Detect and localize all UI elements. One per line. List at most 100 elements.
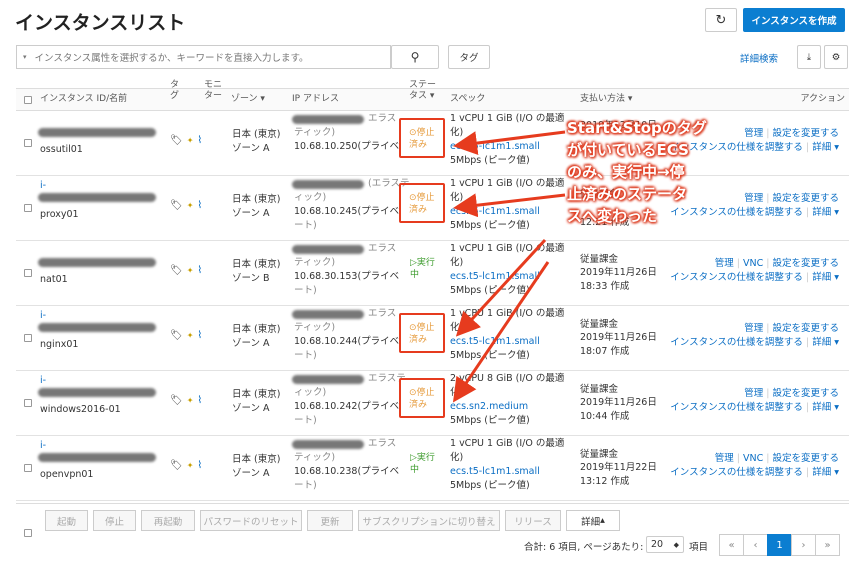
monitor-chart-icon[interactable]: ⌇ bbox=[197, 395, 202, 406]
tag-icon[interactable]: 🏷 bbox=[170, 460, 183, 471]
manage-link[interactable]: 管理 bbox=[715, 453, 734, 464]
zone-region: 日本 (東京) bbox=[232, 259, 281, 270]
manage-link[interactable]: 管理 bbox=[744, 323, 763, 334]
adjust-spec-link[interactable]: インスタンスの仕様を調整する bbox=[670, 402, 803, 413]
footer-select-all-checkbox[interactable] bbox=[24, 529, 32, 537]
tag-icon[interactable]: 🏷 bbox=[170, 200, 183, 211]
release-button[interactable]: リリース bbox=[505, 510, 561, 531]
tag-icon[interactable]: 🏷 bbox=[170, 265, 183, 276]
col-zone[interactable]: ゾーン ▾ bbox=[231, 94, 265, 105]
manage-link[interactable]: 管理 bbox=[715, 258, 734, 269]
more-actions-link[interactable]: 詳細 ▾ bbox=[812, 337, 839, 348]
instance-id-prefix[interactable]: i- bbox=[40, 439, 46, 453]
vnc-link[interactable]: VNC bbox=[743, 258, 763, 269]
annotation-note: Start&Stopのタグ が付いているECS のみ、実行中→停 止済みのステー… bbox=[567, 119, 707, 225]
search-input[interactable]: ▾ インスタンス属性を選択するか、キーワードを直接入力します。 bbox=[16, 45, 391, 69]
tag-button[interactable]: タグ bbox=[448, 45, 490, 69]
prev-page-button[interactable]: ‹ bbox=[743, 534, 768, 556]
spec-cpu: 1 vCPU 1 GiB (I/O の最適 bbox=[450, 438, 565, 449]
settings-button[interactable]: ⚙ bbox=[824, 45, 848, 69]
page-size-select[interactable]: 20 ◆ bbox=[646, 536, 684, 553]
change-config-link[interactable]: 設定を変更する bbox=[772, 453, 839, 464]
adjust-spec-link[interactable]: インスタンスの仕様を調整する bbox=[670, 467, 803, 478]
more-actions-link[interactable]: 詳細 ▾ bbox=[812, 272, 839, 283]
row-checkbox[interactable] bbox=[24, 334, 32, 342]
row-checkbox[interactable] bbox=[24, 204, 32, 212]
spec-opt: 化) bbox=[450, 452, 464, 463]
ip-type-cont: ティック) bbox=[294, 127, 336, 138]
more-actions-link[interactable]: 詳細 ▾ bbox=[812, 467, 839, 478]
change-config-link[interactable]: 設定を変更する bbox=[772, 193, 839, 204]
search-placeholder: インスタンス属性を選択するか、キーワードを直接入力します。 bbox=[34, 53, 309, 64]
restart-button[interactable]: 再起動 bbox=[141, 510, 195, 531]
instance-id-prefix[interactable]: i- bbox=[40, 179, 46, 193]
more-actions-link[interactable]: 詳細 ▾ bbox=[812, 142, 839, 153]
public-ip-redacted bbox=[292, 310, 364, 319]
stop-button[interactable]: 停止 bbox=[93, 510, 136, 531]
switch-subscription-button[interactable]: サブスクリプションに切り替え bbox=[358, 510, 500, 531]
zone-name: ゾーン A bbox=[232, 468, 270, 479]
spec-type-link[interactable]: ecs.t5-lc1m1.small bbox=[450, 270, 540, 284]
more-button[interactable]: 詳細 ▴ bbox=[566, 510, 620, 531]
select-all-checkbox[interactable] bbox=[24, 96, 32, 104]
billing-created: 18:07 作成 bbox=[580, 346, 630, 357]
manage-link[interactable]: 管理 bbox=[744, 193, 763, 204]
os-icon: ✦ bbox=[186, 201, 194, 210]
next-page-button[interactable]: › bbox=[791, 534, 816, 556]
current-page-button[interactable]: 1 bbox=[767, 534, 792, 556]
zone-name: ゾーン A bbox=[232, 143, 270, 154]
search-button[interactable]: ⚲ bbox=[391, 45, 439, 69]
monitor-chart-icon[interactable]: ⌇ bbox=[197, 135, 202, 146]
change-config-link[interactable]: 設定を変更する bbox=[772, 258, 839, 269]
row-icons: 🏷 ✦ ⌇ bbox=[170, 200, 202, 211]
zone-name: ゾーン B bbox=[232, 273, 270, 284]
spec-cpu: 1 vCPU 1 GiB (I/O の最適 bbox=[450, 308, 565, 319]
spec-type-link[interactable]: ecs.t5-lc1m1.small bbox=[450, 335, 540, 349]
row-checkbox[interactable] bbox=[24, 464, 32, 472]
more-actions-link[interactable]: 詳細 ▾ bbox=[812, 402, 839, 413]
spec-type-link[interactable]: ecs.sn2.medium bbox=[450, 400, 528, 414]
create-instance-button[interactable]: インスタンスを作成 bbox=[743, 8, 845, 32]
manage-link[interactable]: 管理 bbox=[744, 388, 763, 399]
start-button[interactable]: 起動 bbox=[45, 510, 88, 531]
adjust-spec-link[interactable]: インスタンスの仕様を調整する bbox=[670, 337, 803, 348]
spec-type-link[interactable]: ecs.t5-lc1m1.small bbox=[450, 140, 540, 154]
adjust-spec-link[interactable]: インスタンスの仕様を調整する bbox=[670, 272, 803, 283]
instance-name: nat01 bbox=[40, 274, 68, 285]
row-checkbox[interactable] bbox=[24, 399, 32, 407]
refresh-button[interactable]: ↻ bbox=[705, 8, 737, 32]
instance-id-prefix[interactable]: i- bbox=[40, 309, 46, 323]
tag-icon[interactable]: 🏷 bbox=[170, 330, 183, 341]
spec-bandwidth: 5Mbps (ピーク値) bbox=[450, 220, 530, 231]
renew-button[interactable]: 更新 bbox=[307, 510, 353, 531]
change-config-link[interactable]: 設定を変更する bbox=[772, 388, 839, 399]
col-billing[interactable]: 支払い方法 ▾ bbox=[580, 94, 632, 105]
more-actions-link[interactable]: 詳細 ▾ bbox=[812, 207, 839, 218]
col-status[interactable]: ステータス ▾ bbox=[409, 80, 443, 102]
tag-icon[interactable]: 🏷 bbox=[170, 135, 183, 146]
monitor-chart-icon[interactable]: ⌇ bbox=[197, 265, 202, 276]
change-config-link[interactable]: 設定を変更する bbox=[772, 323, 839, 334]
monitor-chart-icon[interactable]: ⌇ bbox=[197, 200, 202, 211]
manage-link[interactable]: 管理 bbox=[744, 128, 763, 139]
private-ip: 10.68.10.250(プライベ bbox=[294, 141, 400, 152]
last-page-button[interactable]: » bbox=[815, 534, 840, 556]
change-config-link[interactable]: 設定を変更する bbox=[772, 128, 839, 139]
instance-id-prefix[interactable]: i- bbox=[40, 374, 46, 388]
monitor-chart-icon[interactable]: ⌇ bbox=[197, 330, 202, 341]
ip-type: エラス bbox=[368, 113, 397, 124]
vnc-link[interactable]: VNC bbox=[743, 453, 763, 464]
advanced-search-link[interactable]: 詳細検索 bbox=[740, 51, 778, 65]
spec-type-link[interactable]: ecs.t5-lc1m1.small bbox=[450, 205, 540, 219]
spec-bandwidth: 5Mbps (ピーク値) bbox=[450, 155, 530, 166]
pagination-summary: 合計: 6 項目, ページあたり: bbox=[524, 542, 644, 553]
row-checkbox[interactable] bbox=[24, 269, 32, 277]
first-page-button[interactable]: « bbox=[719, 534, 744, 556]
tag-icon[interactable]: 🏷 bbox=[170, 395, 183, 406]
export-button[interactable]: ⤓ bbox=[797, 45, 821, 69]
spec-cpu: 2 vCPU 8 GiB (I/O の最適 bbox=[450, 373, 565, 384]
row-checkbox[interactable] bbox=[24, 139, 32, 147]
reset-password-button[interactable]: パスワードのリセット bbox=[200, 510, 302, 531]
spec-type-link[interactable]: ecs.t5-lc1m1.small bbox=[450, 465, 540, 479]
monitor-chart-icon[interactable]: ⌇ bbox=[197, 460, 202, 471]
